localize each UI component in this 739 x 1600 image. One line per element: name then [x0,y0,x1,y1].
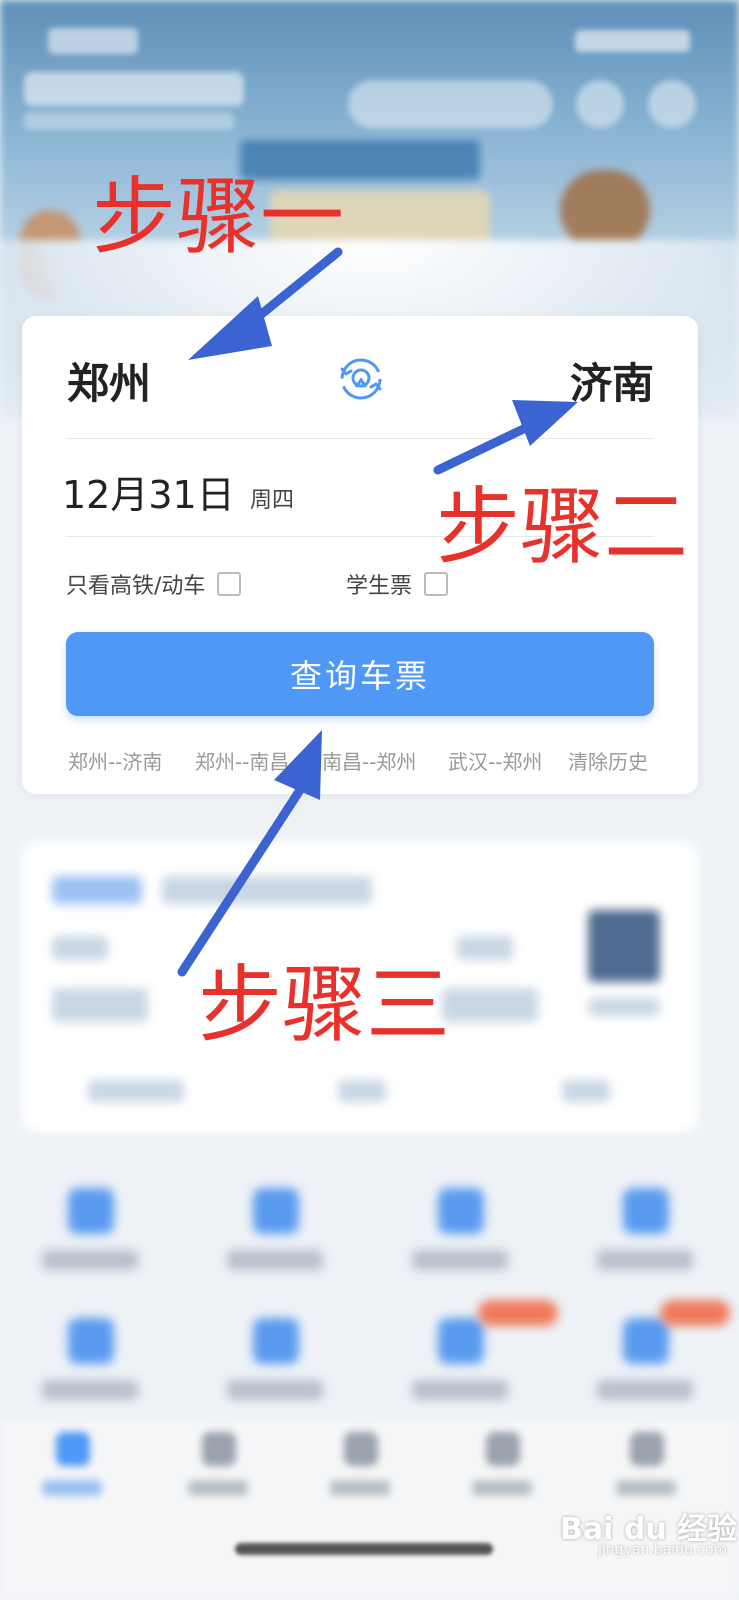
annotation-step3: 步骤三 [198,956,451,1054]
annotation-step2: 步骤二 [436,478,689,576]
arrowhead-step3 [274,730,322,800]
watermark-url: jingyan.baidu.com [598,1542,728,1558]
arrowhead-step1 [188,296,272,360]
arrowhead-step2 [512,400,578,446]
annotation-step1: 步骤一 [92,168,345,266]
